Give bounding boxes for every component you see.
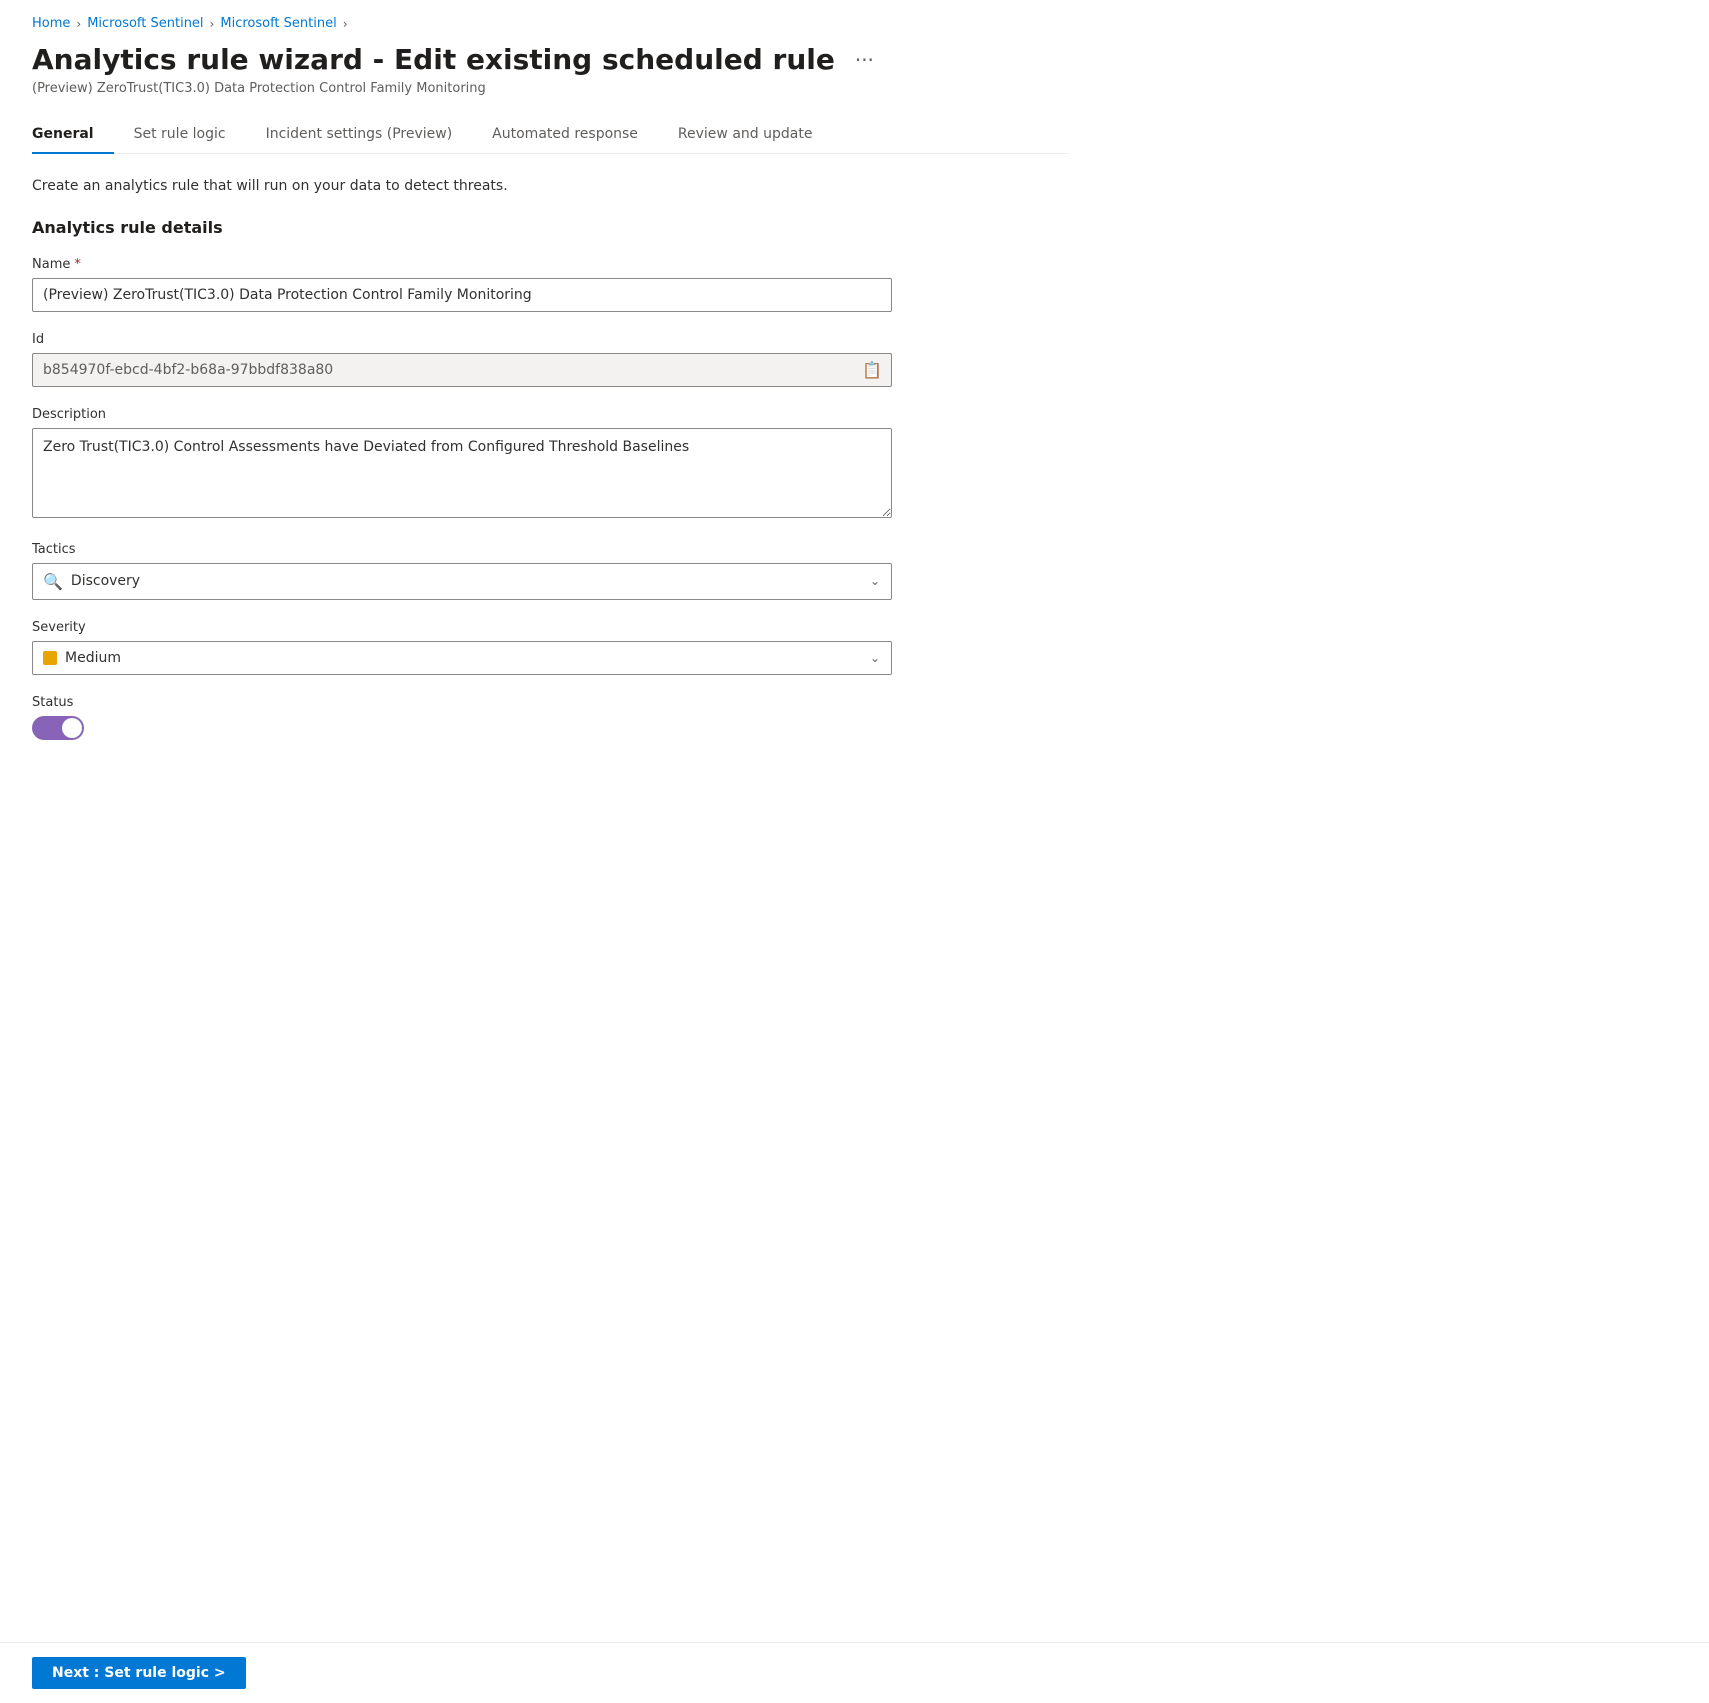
- description-label: Description: [32, 407, 892, 422]
- name-field-group: Name *: [32, 257, 892, 312]
- page-subtitle: (Preview) ZeroTrust(TIC3.0) Data Protect…: [32, 81, 1068, 96]
- tab-set-rule-logic[interactable]: Set rule logic: [114, 116, 246, 154]
- status-label: Status: [32, 695, 892, 710]
- id-field-group: Id 📋: [32, 332, 892, 387]
- severity-field-group: Severity Medium ⌄: [32, 620, 892, 675]
- tab-bar: General Set rule logic Incident settings…: [32, 116, 1068, 154]
- tactics-value: Discovery: [71, 573, 140, 589]
- tab-automated-response[interactable]: Automated response: [472, 116, 658, 154]
- severity-color-indicator: [43, 651, 57, 665]
- tab-review-update[interactable]: Review and update: [658, 116, 833, 154]
- section-title: Analytics rule details: [32, 218, 892, 237]
- tactics-label: Tactics: [32, 542, 892, 557]
- status-toggle-area: [32, 716, 892, 744]
- tab-general[interactable]: General: [32, 116, 114, 154]
- name-input[interactable]: [32, 278, 892, 312]
- severity-value: Medium: [65, 650, 121, 666]
- footer: Next : Set rule logic >: [0, 1642, 1709, 1703]
- toggle-thumb: [62, 718, 82, 738]
- severity-label: Severity: [32, 620, 892, 635]
- severity-dropdown-wrapper: Medium ⌄: [32, 641, 892, 675]
- id-label: Id: [32, 332, 892, 347]
- tactics-dropdown[interactable]: 🔍 Discovery: [32, 563, 892, 600]
- severity-dropdown[interactable]: Medium: [32, 641, 892, 675]
- tactics-field-group: Tactics 🔍 Discovery ⌄: [32, 542, 892, 600]
- breadcrumb: Home › Microsoft Sentinel › Microsoft Se…: [32, 16, 1068, 31]
- next-button[interactable]: Next : Set rule logic >: [32, 1657, 246, 1689]
- status-toggle[interactable]: [32, 716, 84, 740]
- tactics-dropdown-wrapper: 🔍 Discovery ⌄: [32, 563, 892, 600]
- intro-text: Create an analytics rule that will run o…: [32, 178, 892, 194]
- tab-incident-settings[interactable]: Incident settings (Preview): [246, 116, 473, 154]
- id-input-wrapper: 📋: [32, 353, 892, 387]
- description-input[interactable]: [32, 428, 892, 518]
- tactics-icon: 🔍: [43, 572, 63, 591]
- breadcrumb-sentinel-2[interactable]: Microsoft Sentinel: [220, 16, 336, 31]
- description-field-group: Description: [32, 407, 892, 522]
- id-input: [32, 353, 892, 387]
- status-field-group: Status: [32, 695, 892, 744]
- more-options-icon[interactable]: ···: [847, 44, 882, 76]
- form-container: Create an analytics rule that will run o…: [32, 154, 892, 744]
- page-title: Analytics rule wizard - Edit existing sc…: [32, 43, 835, 77]
- breadcrumb-sentinel-1[interactable]: Microsoft Sentinel: [87, 16, 203, 31]
- name-label: Name *: [32, 257, 892, 272]
- copy-icon[interactable]: 📋: [862, 360, 882, 379]
- breadcrumb-home[interactable]: Home: [32, 16, 70, 31]
- required-indicator: *: [74, 257, 81, 272]
